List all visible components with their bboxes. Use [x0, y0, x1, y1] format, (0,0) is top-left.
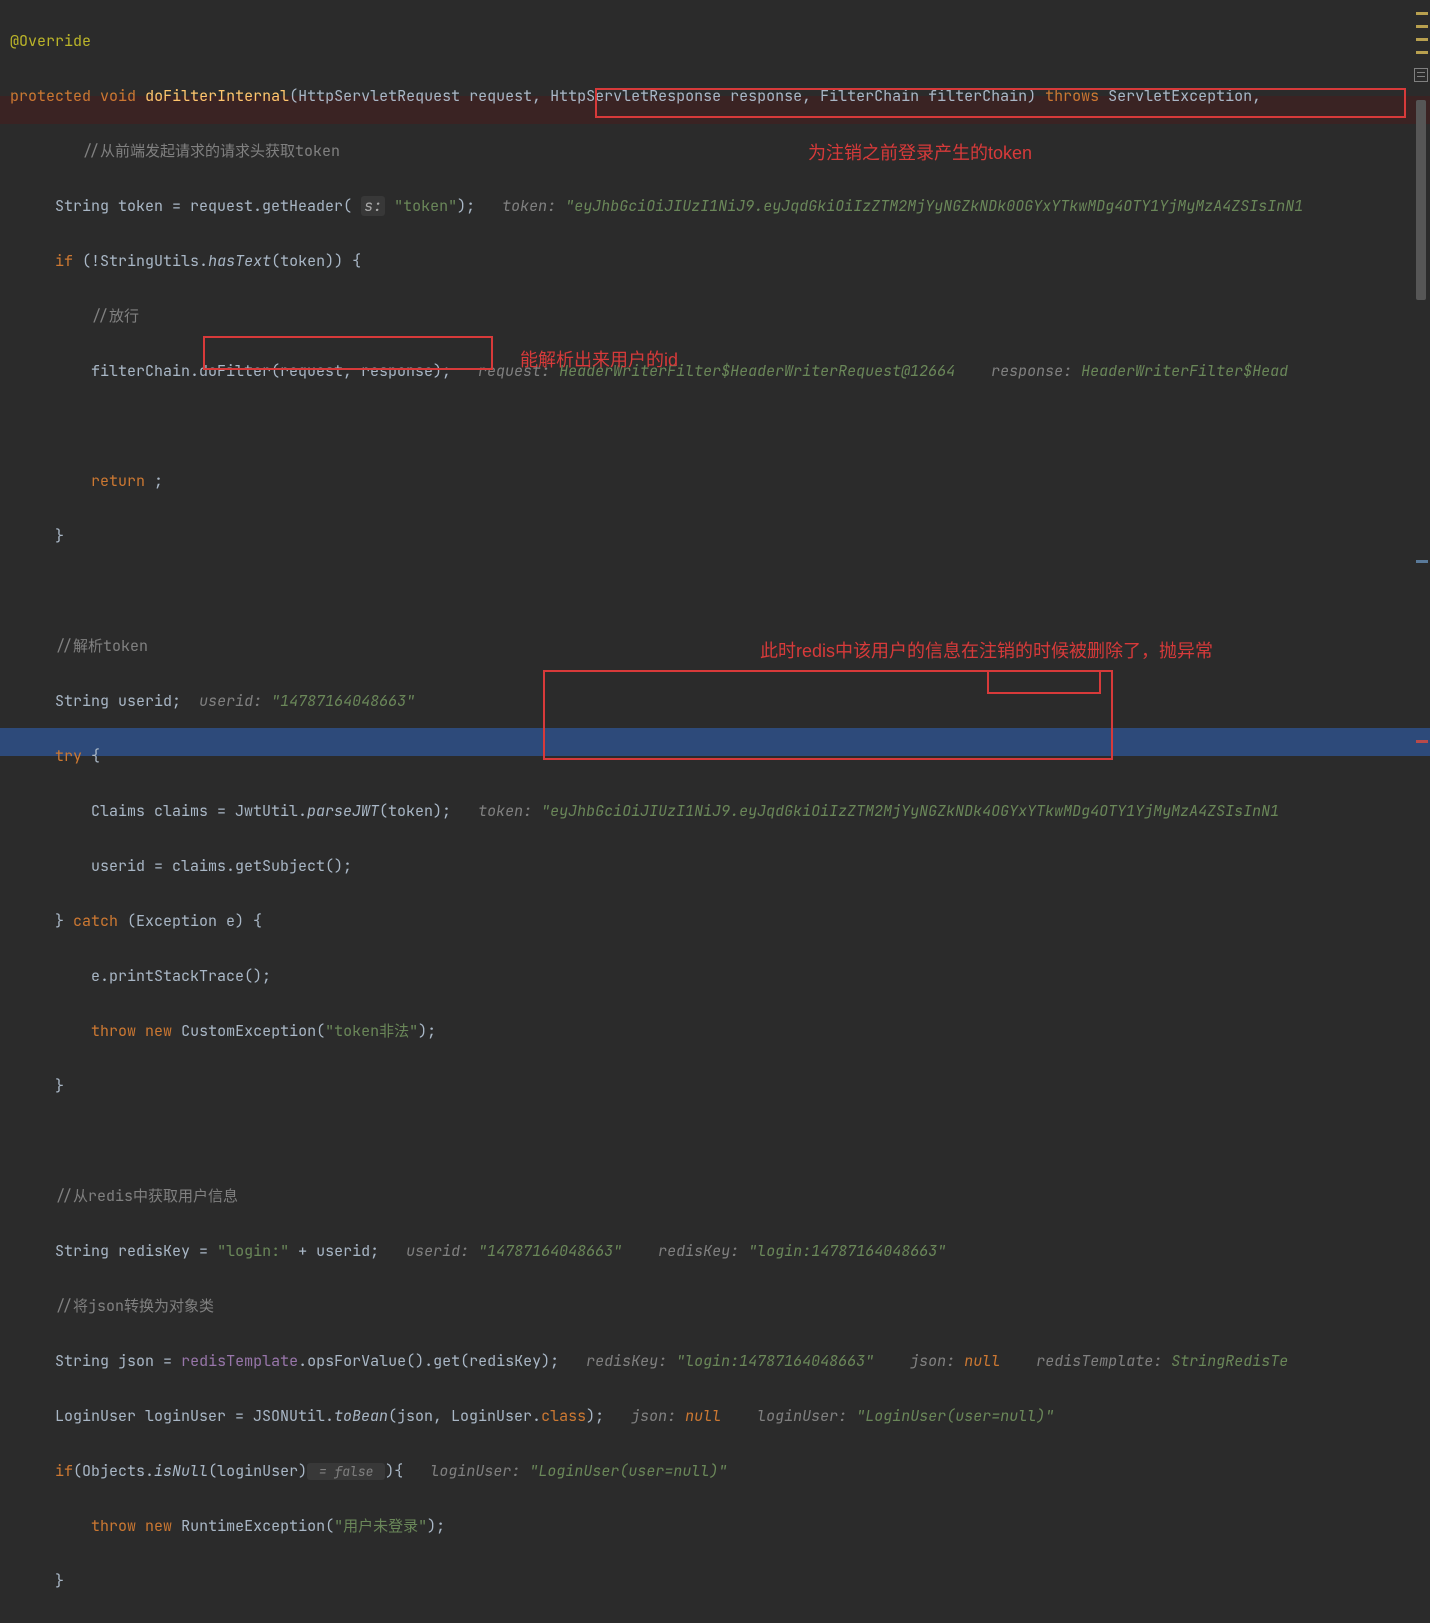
scrollbar-thumb[interactable]	[1416, 100, 1426, 300]
gutter-marker[interactable]	[1416, 560, 1428, 563]
gutter-marker[interactable]	[1416, 740, 1428, 743]
code-line: String token = request.getHeader( s: "to…	[10, 193, 1420, 221]
code-line: e.printStackTrace();	[10, 963, 1420, 991]
code-line: userid = claims.getSubject();	[10, 853, 1420, 881]
code-line: //解析token	[10, 633, 1420, 661]
code-line: filterChain.doFilter(request, response);…	[10, 358, 1420, 386]
code-line: if (!StringUtils.hasText(token)) {	[10, 248, 1420, 276]
annotation-box-top-segment	[543, 670, 987, 672]
code-line: Claims claims = JwtUtil.parseJWT(token);…	[10, 798, 1420, 826]
code-line: }	[10, 1073, 1420, 1101]
gutter-marker[interactable]	[1416, 25, 1428, 28]
code-line: @Override	[10, 28, 1420, 56]
code-line: String json = redisTemplate.opsForValue(…	[10, 1348, 1420, 1376]
code-line: //从redis中获取用户信息	[10, 1183, 1420, 1211]
code-editor[interactable]: @Override protected void doFilterInterna…	[0, 0, 1430, 1623]
debug-hint-label: token:	[502, 196, 556, 216]
code-line	[10, 578, 1420, 606]
code-line: }	[10, 1568, 1420, 1596]
scrollbar-track[interactable]	[1416, 0, 1428, 815]
code-line: //放行	[10, 303, 1420, 331]
code-line: String redisKey = "login:" + userid; use…	[10, 1238, 1420, 1266]
annotation-override: @Override	[10, 31, 91, 51]
code-line: //从前端发起请求的请求头获取token	[10, 138, 1420, 166]
code-line	[10, 413, 1420, 441]
gutter-marker[interactable]	[1416, 12, 1428, 15]
code-line: if(Objects.isNull(loginUser) = false ){ …	[10, 1458, 1420, 1486]
code-line: try {	[10, 743, 1420, 771]
code-line: protected void doFilterInternal(HttpServ…	[10, 83, 1420, 111]
gutter-marker[interactable]	[1416, 38, 1428, 41]
code-line: throw new RuntimeException("用户未登录");	[10, 1513, 1420, 1541]
gutter-marker[interactable]	[1416, 51, 1428, 54]
code-line: //将json转换为对象类	[10, 1293, 1420, 1321]
inline-evaluation-hint: = false	[307, 1463, 385, 1480]
param-hint: s:	[361, 196, 385, 216]
code-line: LoginUser loginUser = JSONUtil.toBean(js…	[10, 1403, 1420, 1431]
annotation-box-top-segment2	[1101, 670, 1113, 672]
code-line: } catch (Exception e) {	[10, 908, 1420, 936]
code-line	[10, 1128, 1420, 1156]
code-line: String userid; userid: "14787164048663"	[10, 688, 1420, 716]
code-line: throw new CustomException("token非法");	[10, 1018, 1420, 1046]
debug-hint-value: "eyJhbGciOiJIUzI1NiJ9.eyJqdGkiOiIzZTM2Mj…	[565, 196, 1303, 216]
code-line: }	[10, 523, 1420, 551]
code-line: return ;	[10, 468, 1420, 496]
